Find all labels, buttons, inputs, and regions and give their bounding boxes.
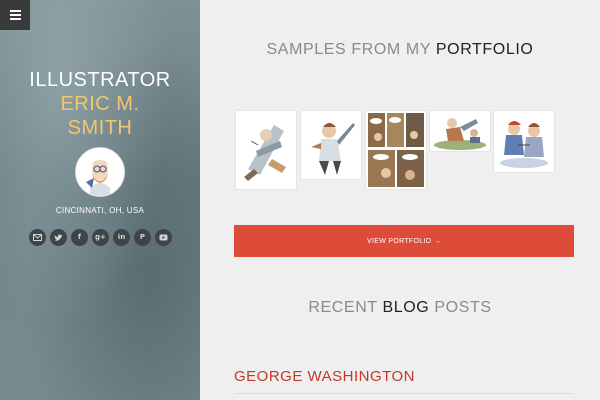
- portfolio-thumbnail[interactable]: [236, 111, 296, 189]
- sidebar: ILLUSTRATOR ERIC M. SMITH CINCINNATI, OH…: [0, 0, 200, 400]
- portfolio-thumbnail[interactable]: [494, 111, 554, 172]
- portfolio-title-emphasis: PORTFOLIO: [435, 41, 534, 58]
- site-title-line3: SMITH: [67, 117, 133, 139]
- portfolio-thumbnail[interactable]: [430, 111, 490, 151]
- hamburger-icon-bar: [9, 10, 21, 12]
- blog-section-title: RECENT BLOG POSTS: [200, 299, 600, 317]
- divider: [234, 393, 574, 394]
- portfolio-section-title: SAMPLES FROM MY PORTFOLIO: [200, 41, 600, 59]
- google-plus-icon[interactable]: g+: [92, 229, 109, 246]
- hamburger-icon-bar: [9, 14, 21, 16]
- portfolio-title-prefix: SAMPLES FROM MY: [266, 41, 436, 58]
- site-title[interactable]: ILLUSTRATOR ERIC M. SMITH: [0, 68, 200, 140]
- email-icon[interactable]: [29, 229, 46, 246]
- location-text: CINCINNATI, OH, USA: [55, 206, 145, 215]
- site-title-line1: ILLUSTRATOR: [29, 69, 171, 91]
- blog-title-suffix: POSTS: [429, 299, 492, 316]
- blog-title-emphasis: BLOG: [382, 299, 430, 316]
- blog-post-title-link[interactable]: GEORGE WASHINGTON: [234, 368, 415, 385]
- portfolio-thumbnail[interactable]: [366, 111, 426, 189]
- social-links: f g+ in P: [29, 229, 172, 246]
- portfolio-thumbnail[interactable]: [301, 111, 361, 179]
- pinterest-icon[interactable]: P: [134, 229, 151, 246]
- hamburger-icon-bar: [9, 18, 21, 20]
- youtube-icon[interactable]: [155, 229, 172, 246]
- main-content: SAMPLES FROM MY PORTFOLIO VIEW PORTFOLIO…: [200, 0, 600, 400]
- facebook-icon[interactable]: f: [71, 229, 88, 246]
- site-title-line2: ERIC M.: [60, 93, 140, 115]
- view-portfolio-button[interactable]: VIEW PORTFOLIO →: [234, 225, 574, 257]
- linkedin-icon[interactable]: in: [113, 229, 130, 246]
- portfolio-thumbnails: [234, 111, 564, 191]
- avatar: [75, 147, 125, 197]
- blog-title-prefix: RECENT: [308, 299, 383, 316]
- twitter-icon[interactable]: [50, 229, 67, 246]
- page: ILLUSTRATOR ERIC M. SMITH CINCINNATI, OH…: [0, 0, 600, 400]
- menu-toggle-button[interactable]: [0, 0, 30, 30]
